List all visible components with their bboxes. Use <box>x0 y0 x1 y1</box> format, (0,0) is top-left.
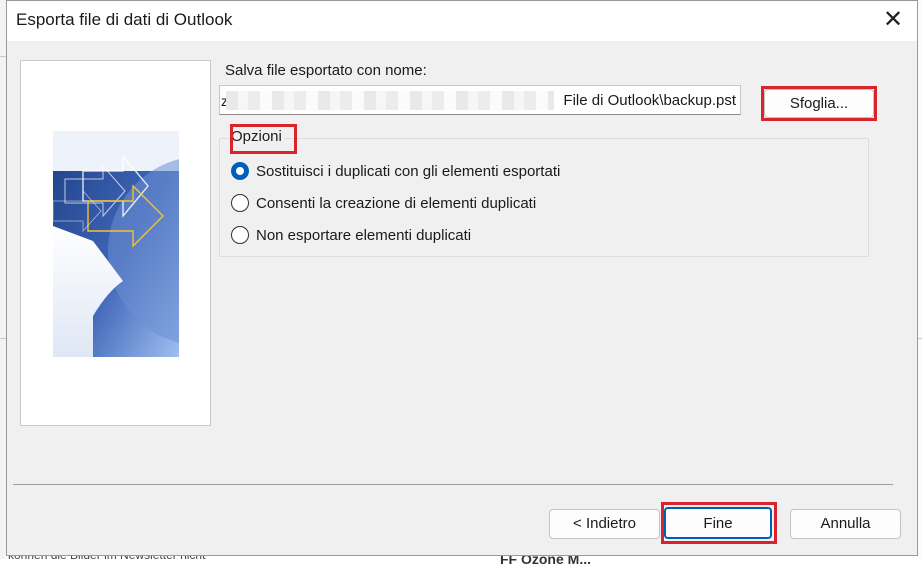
browse-button[interactable]: Sfoglia... <box>764 89 874 118</box>
background-divider <box>918 338 922 339</box>
redacted-path-segment <box>226 91 554 110</box>
finish-button[interactable]: Fine <box>664 507 772 539</box>
radio-button[interactable] <box>231 226 249 244</box>
back-button[interactable]: < Indietro <box>549 509 660 539</box>
save-file-label: Salva file esportato con nome: <box>225 62 427 79</box>
save-path-value: File di Outlook\backup.pst <box>563 92 736 109</box>
dialog-title: Esporta file di dati di Outlook <box>16 10 233 29</box>
export-dialog: Esporta file di dati di Outlook ✕ <box>6 0 918 556</box>
option-allow-duplicates[interactable]: Consenti la creazione di elementi duplic… <box>231 192 561 216</box>
radio-button[interactable] <box>231 194 249 212</box>
export-arrows-illustration <box>53 131 179 357</box>
option-label: Sostituisci i duplicati con gli elementi… <box>256 163 561 180</box>
cancel-button[interactable]: Annulla <box>790 509 901 539</box>
dialog-titlebar: Esporta file di dati di Outlook ✕ <box>7 1 917 41</box>
close-icon[interactable]: ✕ <box>879 7 907 35</box>
wizard-image-panel <box>20 60 211 426</box>
option-no-duplicates[interactable]: Non esportare elementi duplicati <box>231 224 501 248</box>
save-path-field[interactable]: z File di Outlook\backup.pst <box>219 85 741 115</box>
option-label: Non esportare elementi duplicati <box>256 227 472 244</box>
option-label: Consenti la creazione di elementi duplic… <box>256 195 537 212</box>
background-window-edge-right <box>918 0 922 559</box>
radio-button-selected[interactable] <box>231 162 249 180</box>
option-replace-duplicates[interactable]: Sostituisci i duplicati con gli elementi… <box>231 160 591 184</box>
options-group-label: Opzioni <box>229 128 284 145</box>
footer-separator <box>13 484 893 485</box>
